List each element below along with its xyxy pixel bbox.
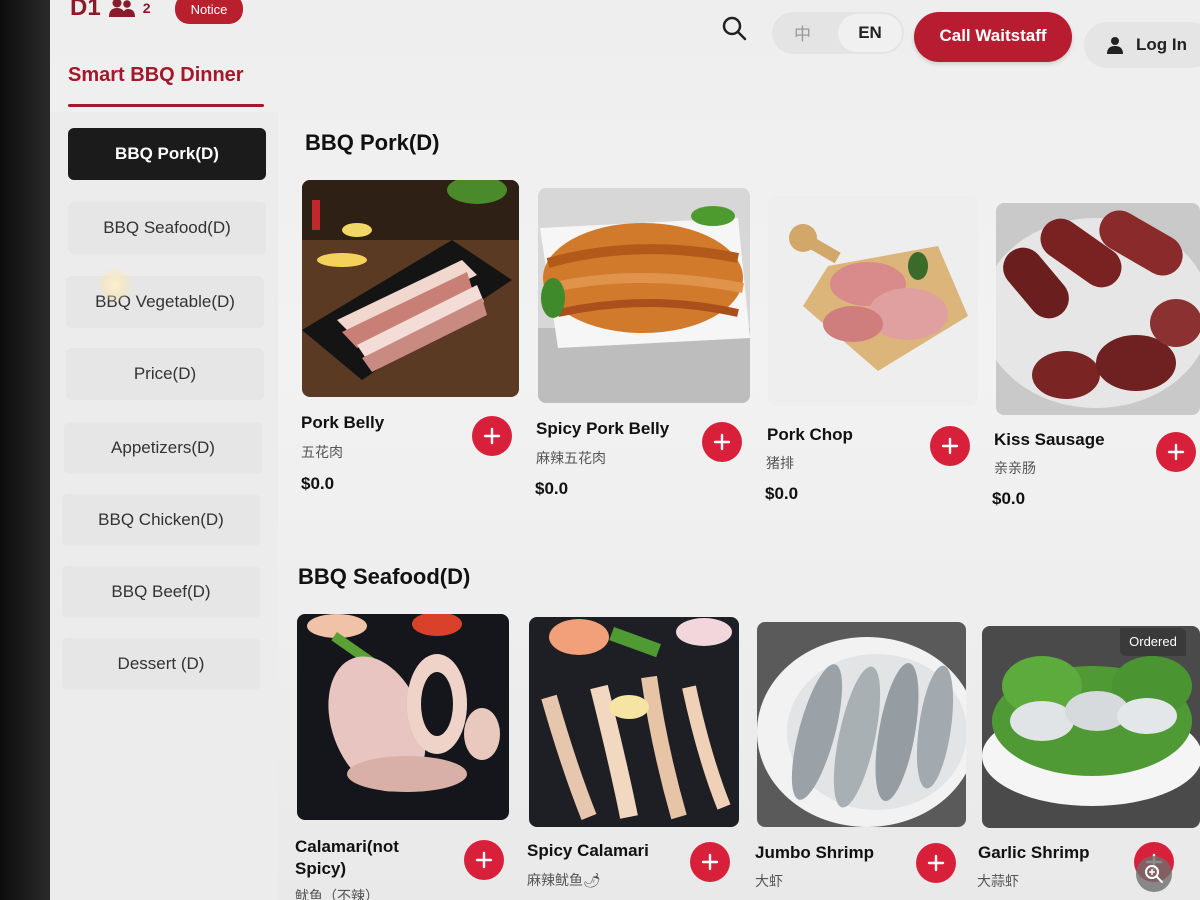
item-name-cn: 猪排 bbox=[766, 455, 794, 471]
item-price: $0.0 bbox=[765, 484, 799, 503]
category-label: BBQ Seafood(D) bbox=[103, 218, 231, 237]
category-bbq-vegetable[interactable]: BBQ Vegetable(D) bbox=[66, 276, 264, 328]
notice-button[interactable]: Notice bbox=[175, 0, 243, 24]
item-name-cn: 麻辣鱿鱼🌶 bbox=[527, 872, 601, 888]
lang-zh-button[interactable]: 中 bbox=[794, 20, 811, 45]
item-image-pork-belly[interactable] bbox=[302, 180, 519, 397]
user-group-icon bbox=[108, 0, 135, 17]
item-name: Garlic Shrimp bbox=[978, 843, 1090, 862]
zoom-icon[interactable] bbox=[1136, 856, 1172, 892]
add-button[interactable] bbox=[1156, 432, 1196, 472]
item-name: Pork Chop bbox=[767, 425, 853, 444]
item-price: $0.0 bbox=[301, 474, 335, 493]
plus-icon bbox=[483, 427, 501, 445]
item-price: $0.0 bbox=[535, 479, 569, 498]
add-button[interactable] bbox=[690, 842, 730, 882]
item-name-cn: 麻辣五花肉 bbox=[536, 450, 606, 466]
item-name-cn: 亲亲肠 bbox=[994, 460, 1036, 476]
add-button[interactable] bbox=[702, 422, 742, 462]
item-image-calamari[interactable] bbox=[297, 614, 509, 820]
section-title: BBQ Pork(D) bbox=[305, 130, 440, 155]
screen-bezel bbox=[0, 0, 50, 900]
table-indicator: D1 2 bbox=[70, 0, 150, 22]
login-button[interactable]: Log In bbox=[1084, 22, 1200, 68]
section-title: BBQ Seafood(D) bbox=[298, 564, 471, 589]
category-bbq-seafood[interactable]: BBQ Seafood(D) bbox=[68, 202, 266, 254]
person-icon bbox=[1107, 37, 1123, 54]
item-name: Kiss Sausage bbox=[994, 430, 1105, 449]
category-dessert[interactable]: Dessert (D) bbox=[62, 638, 260, 690]
call-waitstaff-button[interactable]: Call Waitstaff bbox=[914, 12, 1072, 62]
item-name-cn: 五花肉 bbox=[301, 444, 343, 460]
login-label: Log In bbox=[1136, 35, 1187, 54]
item-price: $0.0 bbox=[992, 489, 1026, 508]
category-label: Dessert (D) bbox=[117, 654, 205, 673]
item-name: Spicy Pork Belly bbox=[536, 419, 670, 438]
plus-icon bbox=[941, 437, 959, 455]
app-screen: D1 2 Notice Smart BBQ Dinner 中 EN Call W… bbox=[50, 0, 1200, 900]
add-button[interactable] bbox=[464, 840, 504, 880]
item-name: Pork Belly bbox=[301, 413, 385, 432]
category-label: BBQ Pork(D) bbox=[115, 144, 219, 163]
item-image-pork-chop[interactable] bbox=[768, 196, 978, 406]
category-price[interactable]: Price(D) bbox=[66, 348, 264, 400]
item-name-cn: 大虾 bbox=[755, 873, 783, 889]
item-name-cn: 鱿鱼（不辣） bbox=[295, 888, 379, 900]
app-title: Smart BBQ Dinner bbox=[68, 64, 244, 86]
search-icon[interactable] bbox=[720, 14, 748, 42]
title-underline bbox=[68, 104, 264, 107]
item-name: Calamari(not Spicy) bbox=[295, 837, 399, 878]
category-label: Appetizers(D) bbox=[111, 438, 215, 457]
item-image-spicy-calamari[interactable] bbox=[529, 617, 739, 827]
item-image-spicy-pork-belly[interactable] bbox=[538, 188, 750, 403]
plus-icon bbox=[1167, 443, 1185, 461]
item-image-garlic-shrimp[interactable] bbox=[982, 626, 1200, 828]
category-appetizers[interactable]: Appetizers(D) bbox=[64, 422, 262, 474]
lang-en-button[interactable]: EN bbox=[838, 14, 902, 52]
category-bbq-pork[interactable]: BBQ Pork(D) bbox=[68, 128, 266, 180]
plus-icon bbox=[713, 433, 731, 451]
add-button[interactable] bbox=[472, 416, 512, 456]
category-bbq-chicken[interactable]: BBQ Chicken(D) bbox=[62, 494, 260, 546]
ordered-badge: Ordered bbox=[1120, 628, 1186, 656]
language-switch: 中 EN bbox=[772, 12, 904, 54]
item-name: Jumbo Shrimp bbox=[755, 843, 875, 862]
item-name-cn: 大蒜虾 bbox=[977, 873, 1019, 889]
plus-icon bbox=[701, 853, 719, 871]
category-label: Price(D) bbox=[133, 364, 197, 383]
item-image-kiss-sausage[interactable] bbox=[996, 203, 1200, 415]
plus-icon bbox=[927, 854, 945, 872]
table-id: D1 bbox=[70, 0, 101, 21]
category-bbq-beef[interactable]: BBQ Beef(D) bbox=[62, 566, 260, 618]
plus-icon bbox=[475, 851, 493, 869]
category-label: BBQ Beef(D) bbox=[111, 582, 211, 601]
item-image-jumbo-shrimp[interactable] bbox=[757, 622, 966, 827]
add-button[interactable] bbox=[916, 843, 956, 883]
category-label: BBQ Chicken(D) bbox=[98, 510, 224, 529]
guest-count: 2 bbox=[142, 0, 151, 16]
item-name: Spicy Calamari bbox=[527, 841, 649, 860]
add-button[interactable] bbox=[930, 426, 970, 466]
category-label: BBQ Vegetable(D) bbox=[95, 292, 235, 311]
